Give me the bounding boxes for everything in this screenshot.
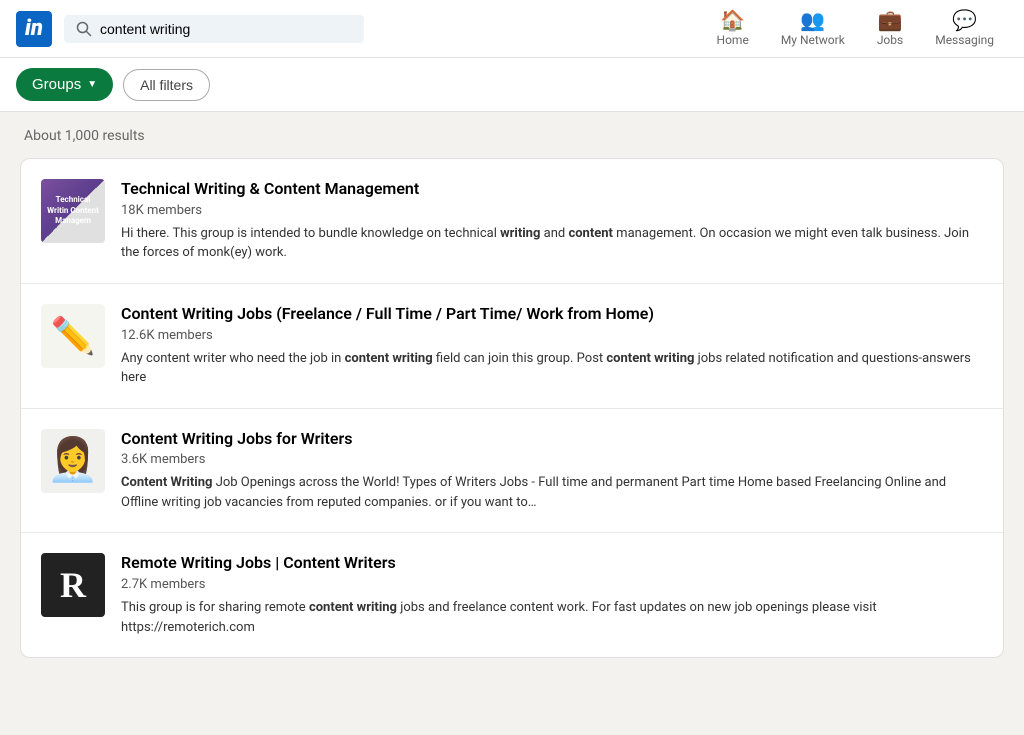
nav-jobs[interactable]: 💼 Jobs [863, 2, 917, 55]
group-info-4: Remote Writing Jobs | Content Writers 2.… [121, 553, 983, 637]
filter-bar: Groups ▼ All filters [0, 58, 1024, 112]
group-name-3: Content Writing Jobs for Writers [121, 429, 983, 450]
messaging-icon: 💬 [952, 10, 977, 30]
nav-home[interactable]: 🏠 Home [703, 2, 763, 55]
groups-button-label: Groups [32, 76, 81, 93]
header: in 🏠 Home 👥 My Network 💼 Jobs 💬 Messagin… [0, 0, 1024, 58]
chevron-down-icon: ▼ [87, 79, 97, 90]
nav-my-network[interactable]: 👥 My Network [767, 2, 859, 55]
group-name-2: Content Writing Jobs (Freelance / Full T… [121, 304, 983, 325]
group-thumbnail-4: R [41, 553, 105, 617]
nav-jobs-label: Jobs [877, 33, 903, 47]
nav-messaging-label: Messaging [935, 33, 994, 47]
search-icon [76, 21, 92, 37]
list-item[interactable]: 👩‍💼 Content Writing Jobs for Writers 3.6… [21, 409, 1003, 534]
group-info-2: Content Writing Jobs (Freelance / Full T… [121, 304, 983, 388]
group-info-3: Content Writing Jobs for Writers 3.6K me… [121, 429, 983, 513]
nav-messaging[interactable]: 💬 Messaging [921, 2, 1008, 55]
group-description-1: Hi there. This group is intended to bund… [121, 224, 983, 263]
all-filters-button[interactable]: All filters [123, 69, 210, 101]
list-item[interactable]: R Remote Writing Jobs | Content Writers … [21, 533, 1003, 657]
results-count: About 1,000 results [20, 128, 1004, 144]
nav-my-network-label: My Network [781, 33, 845, 47]
search-input[interactable] [100, 21, 352, 37]
home-icon: 🏠 [720, 10, 745, 30]
results-card: Technical Writin Content Managem Technic… [20, 158, 1004, 658]
group-thumbnail-3: 👩‍💼 [41, 429, 105, 493]
group-members-3: 3.6K members [121, 452, 983, 467]
groups-filter-button[interactable]: Groups ▼ [16, 68, 113, 101]
list-item[interactable]: Technical Writin Content Managem Technic… [21, 159, 1003, 284]
main-content: About 1,000 results Technical Writin Con… [0, 112, 1024, 674]
linkedin-logo[interactable]: in [16, 11, 52, 47]
person-icon: 👩‍💼 [47, 436, 99, 485]
main-nav: 🏠 Home 👥 My Network 💼 Jobs 💬 Messaging [703, 2, 1008, 55]
jobs-icon: 💼 [878, 10, 903, 30]
group-thumbnail-2: ✏️ [41, 304, 105, 368]
pencil-icon: ✏️ [51, 315, 96, 357]
list-item[interactable]: ✏️ Content Writing Jobs (Freelance / Ful… [21, 284, 1003, 409]
group-description-2: Any content writer who need the job in c… [121, 349, 983, 388]
group-members-1: 18K members [121, 203, 983, 218]
group-description-4: This group is for sharing remote content… [121, 598, 983, 637]
group-description-3: Content Writing Job Openings across the … [121, 473, 983, 512]
group-members-2: 12.6K members [121, 328, 983, 343]
nav-home-label: Home [717, 33, 749, 47]
group-thumbnail-1: Technical Writin Content Managem [41, 179, 105, 243]
all-filters-label: All filters [140, 77, 193, 93]
group-name-1: Technical Writing & Content Management [121, 179, 983, 200]
group-name-4: Remote Writing Jobs | Content Writers [121, 553, 983, 574]
my-network-icon: 👥 [800, 10, 825, 30]
r-letter-icon: R [60, 564, 86, 606]
group-info-1: Technical Writing & Content Management 1… [121, 179, 983, 263]
group-members-4: 2.7K members [121, 577, 983, 592]
search-bar-container [64, 15, 364, 43]
